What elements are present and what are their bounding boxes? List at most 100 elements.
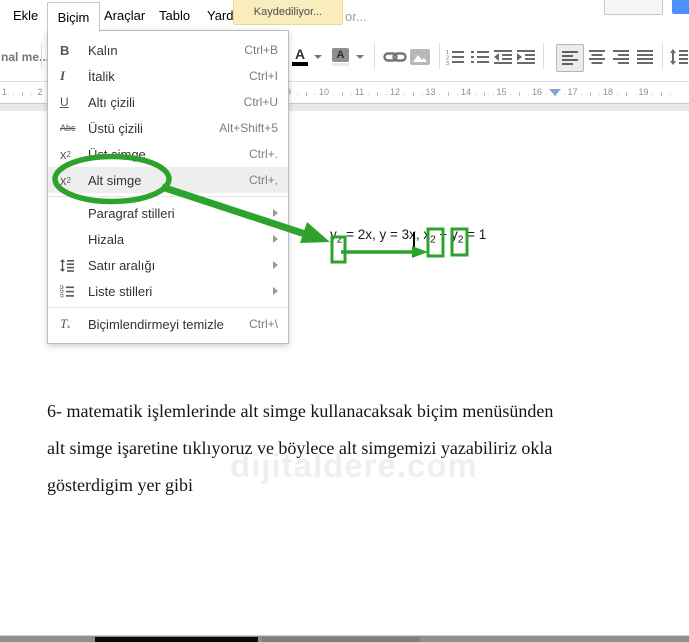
ruler-tick [528, 94, 530, 95]
menu-ekle[interactable]: Ekle [13, 8, 38, 23]
menu-item-bicimlendirmeyi-temizle[interactable]: Tₓ Biçimlendirmeyi temizle Ctrl+\ [48, 311, 288, 337]
decrease-indent-button[interactable] [494, 44, 512, 70]
text-color-button[interactable]: A [292, 44, 308, 70]
text-color-caret[interactable] [314, 44, 322, 70]
ruler-tick [661, 92, 663, 96]
ruler-tick [421, 94, 423, 95]
menu-item-italik[interactable]: I İtalik Ctrl+I [48, 63, 288, 89]
ruler-number: 1 [1, 87, 8, 97]
ruler-number: 10 [318, 87, 330, 97]
menu-bicim[interactable]: Biçim [47, 2, 100, 32]
justify-button[interactable] [637, 44, 653, 70]
text-cursor [413, 232, 415, 248]
ruler-tick [13, 94, 15, 95]
ruler-number: 12 [389, 87, 401, 97]
scrollbar-thumb[interactable] [95, 637, 258, 642]
google-docs-window: Ekle Araçlar Tablo Yard Biçim Kaydediliy… [0, 0, 689, 642]
ruler-tick [368, 94, 370, 95]
ruler-tick [403, 94, 405, 95]
ruler-tick [439, 94, 441, 95]
ruler-tick [519, 92, 521, 96]
ruler-tick [510, 94, 512, 95]
menu-item-ustu-cizili[interactable]: Abc Üstü çizili Alt+Shift+5 [48, 115, 288, 141]
paragraph-line: gösterdigim yer gibi [47, 475, 193, 495]
ruler-tick [634, 94, 636, 95]
clear-formatting-icon: Tₓ [60, 316, 70, 331]
justify-icon [637, 50, 653, 64]
menu-separator [48, 196, 288, 197]
underline-icon: U [60, 95, 69, 109]
ruler-tick [483, 92, 485, 96]
ruler-tick [492, 94, 494, 95]
paragraph-line: alt simge işaretine tıklıyoruz ve böylec… [47, 438, 553, 458]
menu-item-alt-simge[interactable]: x2 Alt simge Ctrl+, [48, 167, 288, 193]
scrollbar-segment [262, 637, 420, 642]
menu-item-hizala[interactable]: Hizala [48, 226, 288, 252]
ruler-tick [350, 94, 352, 95]
highlight-color-caret[interactable] [356, 44, 364, 70]
ruler-tick [448, 92, 450, 96]
clipped-status-text: or... [345, 9, 367, 24]
insert-link-button[interactable] [383, 44, 407, 70]
menu-yardim-clipped[interactable]: Yard [207, 8, 234, 23]
ruler-tick [306, 92, 308, 96]
align-right-icon [613, 50, 629, 64]
numbered-list-button[interactable]: 1 2 3 [446, 44, 464, 70]
submenu-arrow-icon [273, 287, 278, 295]
ruler-tick [545, 94, 547, 95]
menu-item-liste-stilleri[interactable]: Liste stilleri [48, 278, 288, 304]
toolbar-separator [543, 43, 544, 69]
toolbar-separator [662, 43, 663, 69]
highlight-color-button[interactable]: A [332, 44, 349, 70]
bottom-scrollbar[interactable] [0, 635, 689, 642]
ruler-tick [297, 94, 299, 95]
toolbar-separator [41, 43, 42, 69]
toolbar-separator [439, 43, 440, 69]
indent-marker-icon[interactable] [549, 89, 561, 96]
submenu-arrow-icon [273, 261, 278, 269]
ruler-tick [22, 92, 24, 96]
align-right-button[interactable] [613, 44, 629, 70]
line-spacing-button[interactable] [670, 44, 688, 70]
comments-button-partial[interactable] [604, 0, 663, 15]
menu-araclar[interactable]: Araçlar [104, 8, 145, 23]
ruler-tick [332, 94, 334, 95]
chevron-down-icon [356, 55, 364, 59]
subscript-icon: x2 [60, 172, 71, 188]
bold-icon: B [60, 42, 70, 58]
align-center-button[interactable] [589, 44, 605, 70]
chevron-down-icon [314, 55, 322, 59]
math-text-line: y2 = 2x, y = 3x, x2 + y2 = 1 [330, 227, 487, 246]
increase-indent-button[interactable] [517, 44, 535, 70]
numbered-list-icon: 1 2 3 [446, 50, 464, 65]
ruler-tick [670, 94, 672, 95]
menu-tablo[interactable]: Tablo [159, 8, 190, 23]
ruler-tick [377, 92, 379, 96]
ruler-number: 15 [496, 87, 507, 97]
align-left-button[interactable] [556, 44, 584, 72]
insert-image-button[interactable] [410, 44, 430, 70]
bulleted-list-button[interactable] [471, 44, 489, 70]
ruler-number: 16 [531, 87, 543, 97]
ruler-tick [341, 92, 343, 96]
menu-item-kalin[interactable]: B Kalın Ctrl+B [48, 37, 288, 63]
link-icon [383, 52, 407, 62]
menu-item-alti-cizili[interactable]: U Altı çizili Ctrl+U [48, 89, 288, 115]
menu-item-satir-araligi[interactable]: Satır aralığı [48, 252, 288, 278]
bulleted-list-icon [471, 51, 489, 63]
align-left-icon [562, 51, 578, 65]
strikethrough-icon: Abc [60, 123, 76, 133]
menu-item-paragraf-stilleri[interactable]: Paragraf stilleri [48, 200, 288, 226]
ruler-number: 13 [425, 87, 436, 97]
ruler-tick [412, 92, 414, 96]
ruler-tick [599, 94, 601, 95]
ruler-tick [652, 94, 654, 95]
menu-separator [48, 307, 288, 308]
format-menu: B Kalın Ctrl+B I İtalik Ctrl+I U Altı çi… [47, 30, 289, 344]
menu-item-ust-simge[interactable]: x2 Üst simge Ctrl+. [48, 141, 288, 167]
ruler-tick [563, 94, 565, 95]
ruler-tick [315, 94, 317, 95]
ruler-number: 2 [37, 87, 43, 97]
share-button-partial[interactable] [672, 0, 689, 14]
submenu-arrow-icon [273, 209, 278, 217]
